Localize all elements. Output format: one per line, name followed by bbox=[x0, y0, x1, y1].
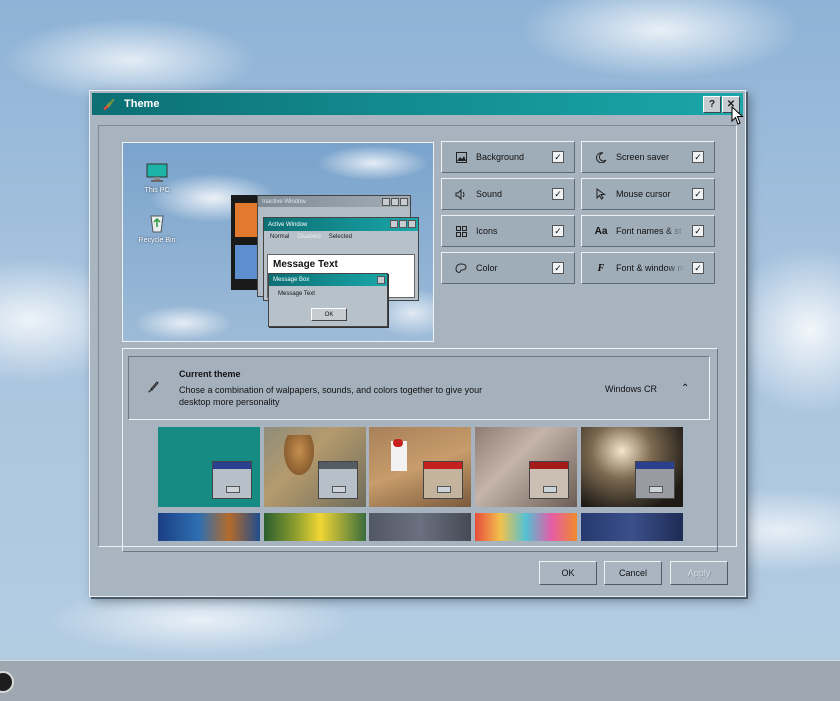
checkbox-icons[interactable]: ✓ bbox=[552, 225, 564, 237]
chevron-up-icon[interactable]: ⌃ bbox=[681, 383, 689, 394]
font-window-icon: F bbox=[597, 262, 605, 274]
mouse-pointer-icon bbox=[731, 105, 744, 129]
message-box-title: Message Box bbox=[269, 274, 387, 286]
option-font-window[interactable]: F Font & window m ✓ bbox=[581, 252, 715, 284]
desktop-icon-label: This PC bbox=[144, 187, 170, 194]
active-window-title: Active Window bbox=[264, 218, 418, 231]
paintbrush-icon bbox=[147, 381, 159, 396]
theme-thumbnail-tunnel[interactable] bbox=[581, 427, 683, 507]
start-button[interactable] bbox=[0, 671, 14, 693]
theme-thumbnail-colorful[interactable] bbox=[475, 513, 577, 541]
color-icon bbox=[454, 262, 468, 274]
background-icon bbox=[454, 151, 468, 163]
apply-button[interactable]: Apply bbox=[670, 561, 728, 585]
current-theme-value: Windows CR bbox=[605, 384, 658, 394]
monitor-icon bbox=[146, 163, 168, 182]
window-title: Theme bbox=[124, 98, 160, 110]
checkbox-background[interactable]: ✓ bbox=[552, 151, 564, 163]
checkbox-color[interactable]: ✓ bbox=[552, 262, 564, 274]
current-theme-title: Current theme bbox=[179, 369, 241, 379]
cancel-button[interactable]: Cancel bbox=[604, 561, 662, 585]
option-icons[interactable]: Icons ✓ bbox=[441, 215, 575, 247]
preview-menu: Normal Disabled Selected bbox=[264, 231, 418, 243]
menu-normal: Normal bbox=[270, 234, 290, 240]
checkbox-screen-saver[interactable]: ✓ bbox=[692, 151, 704, 163]
recycle-bin-icon bbox=[150, 215, 164, 233]
screen-saver-icon bbox=[594, 151, 608, 163]
current-theme-panel: Current theme Chose a combination of wal… bbox=[122, 348, 718, 552]
font-names-icon: Aa bbox=[594, 225, 608, 237]
sound-icon bbox=[454, 188, 468, 200]
checkbox-mouse-cursor[interactable]: ✓ bbox=[692, 188, 704, 200]
theme-thumbnail-stones[interactable] bbox=[369, 513, 471, 541]
theme-thumbnails bbox=[158, 427, 683, 551]
option-color[interactable]: Color ✓ bbox=[441, 252, 575, 284]
checkbox-font-names[interactable]: ✓ bbox=[692, 225, 704, 237]
help-button[interactable]: ? bbox=[703, 96, 721, 113]
option-sound[interactable]: Sound ✓ bbox=[441, 178, 575, 210]
theme-thumbnail-garden[interactable] bbox=[264, 513, 366, 541]
theme-window: Theme ? ✕ This PC Recycle Bin Inactive W… bbox=[89, 90, 746, 597]
desktop-icon-label: Recycle Bin bbox=[138, 237, 176, 244]
menu-disabled: Disabled bbox=[297, 234, 321, 240]
checkbox-font-window[interactable]: ✓ bbox=[692, 262, 704, 274]
current-theme-description: Chose a combination of walpapers, sounds… bbox=[179, 385, 483, 407]
option-background[interactable]: Background ✓ bbox=[441, 141, 575, 173]
taskbar bbox=[0, 660, 840, 701]
option-mouse-cursor[interactable]: Mouse cursor ✓ bbox=[581, 178, 715, 210]
theme-thumbnail-machinery[interactable] bbox=[475, 427, 577, 507]
theme-thumbnail-baseball[interactable] bbox=[369, 427, 471, 507]
ok-button[interactable]: OK bbox=[539, 561, 597, 585]
content-area: This PC Recycle Bin Inactive Window Acti… bbox=[98, 125, 737, 552]
theme-thumbnail-cougar[interactable] bbox=[264, 427, 366, 507]
current-theme-header[interactable]: Current theme Chose a combination of wal… bbox=[128, 356, 710, 420]
theme-thumbnail-night[interactable] bbox=[581, 513, 683, 541]
theme-thumbnail-teal[interactable] bbox=[158, 427, 260, 507]
checkbox-sound[interactable]: ✓ bbox=[552, 188, 564, 200]
paintbrush-icon bbox=[100, 96, 116, 112]
title-bar[interactable]: Theme ? ✕ bbox=[92, 93, 743, 115]
desktop-icon-this-pc: This PC bbox=[127, 163, 187, 194]
message-text: Message Text bbox=[273, 259, 338, 270]
option-font-names[interactable]: Aa Font names & st ✓ bbox=[581, 215, 715, 247]
icons-icon bbox=[454, 225, 468, 237]
mouse-cursor-icon bbox=[594, 188, 608, 200]
message-box-ok: OK bbox=[311, 308, 347, 321]
message-box-text: Message Text bbox=[278, 291, 315, 297]
option-screen-saver[interactable]: Screen saver ✓ bbox=[581, 141, 715, 173]
theme-preview: This PC Recycle Bin Inactive Window Acti… bbox=[122, 142, 434, 342]
inactive-window-title: Inactive Window bbox=[258, 196, 410, 207]
menu-selected: Selected bbox=[328, 234, 353, 240]
theme-thumbnail-underwater[interactable] bbox=[158, 513, 260, 541]
message-box-preview: Message Box Message Text OK bbox=[268, 273, 388, 327]
desktop-icon-recycle-bin: Recycle Bin bbox=[127, 213, 187, 244]
